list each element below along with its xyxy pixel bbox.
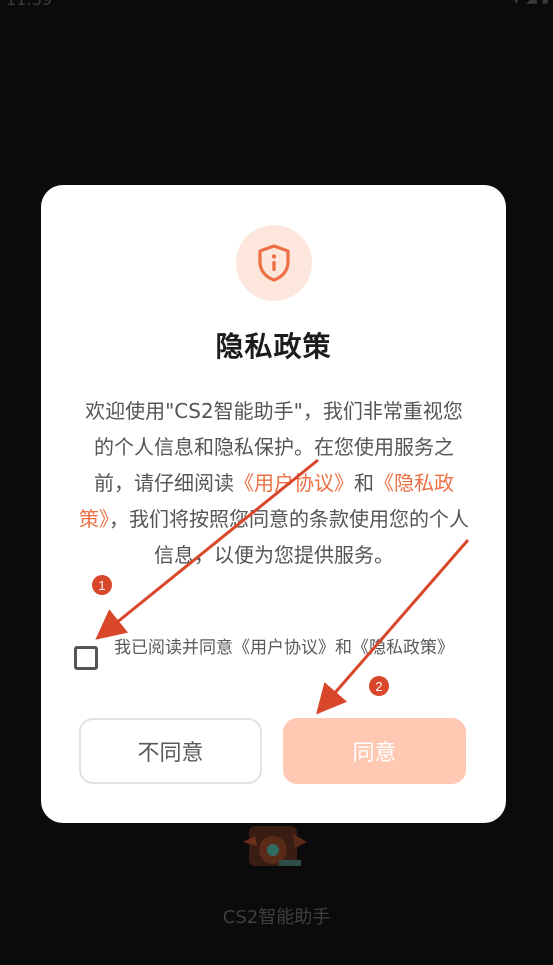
user-agreement-link[interactable]: 《用户协议》	[234, 471, 354, 495]
status-bar: 11:39 ▼ ◢ ▮	[0, 0, 553, 10]
consent-row[interactable]: 我已阅读并同意《用户协议》和《隐私政策》	[74, 635, 484, 687]
shield-info-icon	[258, 244, 290, 282]
dialog-title: 隐私政策	[215, 330, 332, 363]
message-conjunction: 和	[354, 471, 374, 495]
consent-checkbox[interactable]	[74, 646, 98, 670]
privacy-dialog: 隐私政策 欢迎使用"CS2智能助手"，我们非常重视您的个人信息和隐私保护。在您使…	[41, 185, 506, 823]
message-text-outro: ，我们将按照您同意的条款使用您的个人信息，以便为您提供服务。	[109, 507, 469, 567]
disagree-button[interactable]: 不同意	[79, 718, 262, 784]
agree-button[interactable]: 同意	[283, 718, 466, 784]
status-icons: ▼ ◢ ▮	[511, 0, 549, 6]
privacy-message: 欢迎使用"CS2智能助手"，我们非常重视您的个人信息和隐私保护。在您使用服务之前…	[77, 393, 471, 573]
splash-app-name: CS2智能助手	[222, 907, 331, 928]
status-time: 11:39	[6, 0, 52, 9]
consent-label: 我已阅读并同意《用户协议》和《隐私政策》	[114, 638, 454, 658]
shield-icon-badge	[236, 225, 312, 301]
